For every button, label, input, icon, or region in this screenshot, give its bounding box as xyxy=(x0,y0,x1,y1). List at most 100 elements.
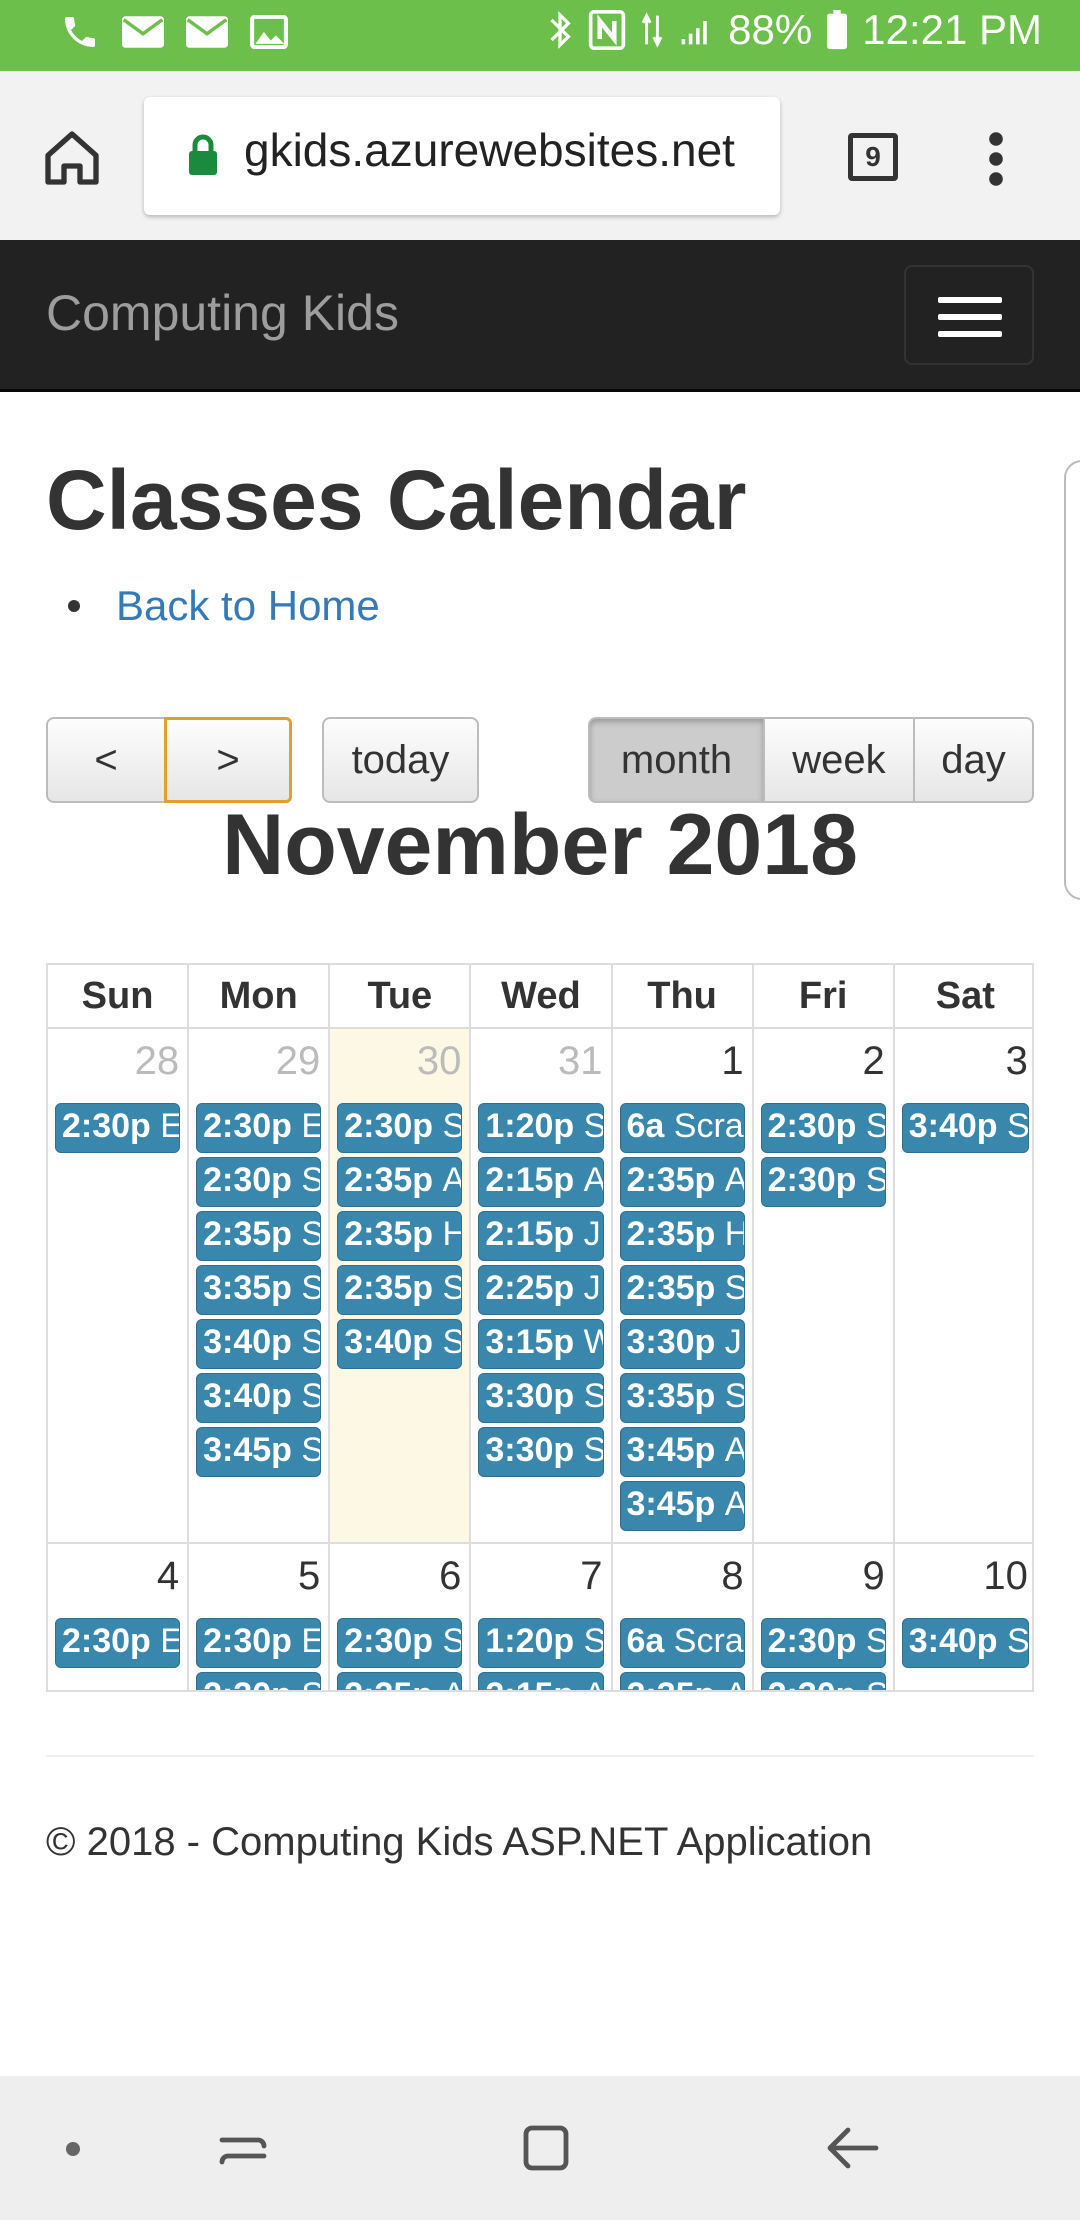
day-number[interactable]: 28 xyxy=(135,1039,180,1084)
calendar-event[interactable]: 2:25p J xyxy=(478,1265,604,1315)
event-time: 3:45p xyxy=(203,1431,292,1469)
day-header: Fri xyxy=(753,965,895,1029)
day-number[interactable]: 3 xyxy=(1006,1039,1028,1084)
calendar-event[interactable]: 3:30p S xyxy=(478,1373,604,1423)
day-number[interactable]: 9 xyxy=(863,1554,885,1599)
calendar-day-cell[interactable]: 2 2:30p S2:30p S xyxy=(754,1029,895,1542)
event-time: 3:45p xyxy=(626,1485,716,1523)
calendar-day-cell[interactable]: 311:20p S2:15p A2:15p J2:25p J3:15p W3:3… xyxy=(471,1029,613,1542)
calendar-event[interactable]: 2:15p A xyxy=(478,1157,604,1207)
back-to-home-link[interactable]: Back to Home xyxy=(116,582,380,629)
back-nav-button[interactable] xyxy=(820,2120,884,2176)
day-number[interactable]: 10 xyxy=(983,1554,1028,1599)
day-view-button[interactable]: day xyxy=(913,717,1034,803)
site-brand[interactable]: Computing Kids xyxy=(46,284,399,342)
calendar-day-cell[interactable]: 7 1:20p S 2:15p A xyxy=(471,1544,613,1690)
calendar-day-cell[interactable]: 3 3:40p S xyxy=(895,1029,1032,1542)
calendar-event[interactable]: 2:30p S xyxy=(760,1672,886,1690)
day-number[interactable]: 8 xyxy=(721,1554,743,1599)
day-number[interactable]: 29 xyxy=(276,1039,321,1084)
calendar-event[interactable]: 2:30p E xyxy=(196,1618,322,1668)
day-number[interactable]: 2 xyxy=(863,1039,885,1084)
calendar-day-cell[interactable]: 6 2:30p S 2:35p A xyxy=(330,1544,472,1690)
address-bar[interactable]: gkids.azurewebsites.net xyxy=(144,97,780,215)
calendar-event[interactable]: 2:30p S xyxy=(760,1618,886,1668)
calendar-event[interactable]: 2:35p A xyxy=(337,1157,463,1207)
day-number[interactable]: 5 xyxy=(298,1554,320,1599)
week-view-button[interactable]: week xyxy=(763,717,915,803)
calendar-day-cell[interactable]: 16a Scra2:35p A2:35p H2:35p S3:30p J3:35… xyxy=(613,1029,754,1542)
day-number[interactable]: 1 xyxy=(721,1039,743,1084)
calendar-event[interactable]: 3:45p A xyxy=(619,1427,745,1477)
calendar-event[interactable]: 3:45p A xyxy=(619,1481,745,1531)
home-nav-button[interactable] xyxy=(518,2120,574,2176)
calendar-event[interactable]: 2:30p E xyxy=(55,1103,181,1153)
calendar-day-cell[interactable]: 5 2:30p E 2:30p S xyxy=(189,1544,331,1690)
calendar-event[interactable]: 2:30p S xyxy=(337,1618,463,1668)
calendar-event[interactable]: 3:15p W xyxy=(478,1319,604,1369)
calendar-event[interactable]: 2:35p H xyxy=(337,1211,463,1261)
tab-switcher-button[interactable]: 9 xyxy=(848,133,898,181)
home-button[interactable] xyxy=(40,126,104,190)
event-time: 2:35p xyxy=(626,1269,716,1307)
prev-month-button[interactable]: < xyxy=(46,717,166,803)
day-number[interactable]: 31 xyxy=(558,1039,603,1084)
event-time: 6a xyxy=(626,1622,665,1660)
url-text[interactable]: gkids.azurewebsites.net xyxy=(244,123,764,177)
nav-dot-indicator[interactable] xyxy=(66,2142,80,2156)
calendar-event[interactable]: 3:40p S xyxy=(196,1319,322,1369)
month-view-button[interactable]: month xyxy=(588,717,765,803)
calendar-event[interactable]: 2:35p S xyxy=(196,1211,322,1261)
calendar-event[interactable]: 2:30p S xyxy=(760,1103,886,1153)
calendar-event[interactable]: 2:15p J xyxy=(478,1211,604,1261)
event-title: A xyxy=(725,1431,744,1469)
calendar-event[interactable]: 2:30p S xyxy=(337,1103,463,1153)
calendar-event[interactable]: 1:20p S xyxy=(478,1103,604,1153)
calendar-day-cell[interactable]: 8 6a Scra 2:35p A xyxy=(613,1544,754,1690)
calendar-event[interactable]: 3:30p J xyxy=(619,1319,745,1369)
day-number[interactable]: 6 xyxy=(439,1554,461,1599)
calendar-event[interactable]: 2:30p E xyxy=(55,1618,181,1668)
calendar-event[interactable]: 2:35p A xyxy=(619,1157,745,1207)
day-number[interactable]: 4 xyxy=(157,1554,179,1599)
recent-apps-button[interactable] xyxy=(214,2120,272,2176)
browser-menu-button[interactable] xyxy=(984,129,1008,189)
calendar-event[interactable]: 3:35p S xyxy=(196,1265,322,1315)
calendar-event[interactable]: 2:35p S xyxy=(619,1265,745,1315)
calendar-event[interactable]: 2:30p S xyxy=(196,1157,322,1207)
calendar-event[interactable]: 6a Scra xyxy=(619,1103,745,1153)
next-month-button[interactable]: > xyxy=(164,717,292,803)
day-number[interactable]: 7 xyxy=(580,1554,602,1599)
nav-toggle-button[interactable] xyxy=(904,265,1034,365)
calendar-event[interactable]: 2:35p S xyxy=(337,1265,463,1315)
calendar-day-cell[interactable]: 9 2:30p S 2:30p S xyxy=(754,1544,895,1690)
today-button[interactable]: today xyxy=(322,717,479,803)
calendar-event[interactable]: 3:45p S xyxy=(196,1427,322,1477)
calendar-event[interactable]: 2:35p H xyxy=(619,1211,745,1261)
event-list: 2:30p S 2:30p S xyxy=(760,1618,886,1690)
calendar-day-cell[interactable]: 4 2:30p E xyxy=(48,1544,190,1690)
calendar-day-cell[interactable]: 292:30p E2:30p S2:35p S3:35p S3:40p S3:4… xyxy=(189,1029,331,1542)
calendar-event[interactable]: 2:30p E xyxy=(196,1103,322,1153)
calendar-day-cell[interactable]: 28 2:30p E xyxy=(48,1029,190,1542)
calendar-event[interactable]: 3:40p S xyxy=(901,1618,1029,1668)
event-list: 2:30p E xyxy=(55,1618,181,1672)
calendar-event[interactable]: 2:30p S xyxy=(760,1157,886,1207)
calendar-event[interactable]: 3:40p S xyxy=(196,1373,322,1423)
calendar-event[interactable]: 3:40p S xyxy=(901,1103,1029,1153)
event-list: 1:20p S 2:15p A xyxy=(478,1618,604,1690)
calendar-day-cell[interactable]: 30 2:30p S2:35p A2:35p H2:35p S3:40p S xyxy=(330,1029,472,1542)
calendar-event[interactable]: 1:20p S xyxy=(478,1618,604,1668)
calendar-event[interactable]: 3:35p S xyxy=(619,1373,745,1423)
day-number[interactable]: 30 xyxy=(417,1039,462,1084)
calendar-event[interactable]: 6a Scra xyxy=(619,1618,745,1668)
calendar-event[interactable]: 3:30p S xyxy=(478,1427,604,1477)
event-time: 2:35p xyxy=(344,1676,433,1690)
calendar-event[interactable]: 2:35p A xyxy=(337,1672,463,1690)
calendar-event[interactable]: 2:30p S xyxy=(196,1672,322,1690)
calendar-event[interactable]: 2:35p A xyxy=(619,1672,745,1690)
calendar-day-cell[interactable]: 10 3:40p S xyxy=(895,1544,1032,1690)
calendar-event[interactable]: 3:40p S xyxy=(337,1319,463,1369)
event-time: 2:35p xyxy=(344,1269,434,1307)
calendar-event[interactable]: 2:15p A xyxy=(478,1672,604,1690)
